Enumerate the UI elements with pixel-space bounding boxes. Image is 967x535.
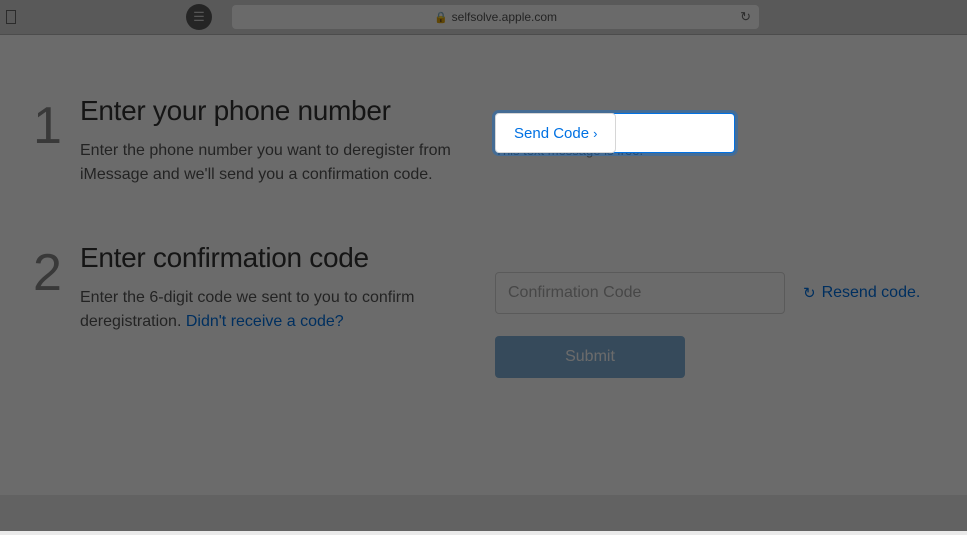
send-code-button[interactable]: Send Code › [495, 113, 616, 153]
reader-button[interactable]: ☰ [186, 4, 212, 30]
resend-label: Resend code. [822, 284, 921, 302]
reader-icon: ☰ [193, 9, 205, 25]
step-number-1: 1 [20, 100, 75, 152]
browser-toolbar: ☰ 🔒 selfsolve.apple.com ↻ [0, 0, 967, 35]
url-text: selfsolve.apple.com [452, 10, 557, 24]
step1-title: Enter your phone number [80, 95, 495, 127]
step-number-2: 2 [20, 247, 75, 299]
confirmation-code-input[interactable] [495, 272, 785, 314]
url-bar[interactable]: 🔒 selfsolve.apple.com ↻ [232, 5, 759, 29]
tab-icon [6, 10, 16, 24]
reload-icon[interactable]: ↻ [740, 9, 751, 25]
step-2: 2 Enter confirmation code Enter the 6-di… [20, 242, 947, 378]
lock-icon: 🔒 [434, 11, 448, 24]
footer [0, 495, 967, 535]
step1-description: Enter the phone number you want to dereg… [80, 139, 495, 187]
send-code-label: Send Code [514, 125, 589, 142]
no-code-link[interactable]: Didn't receive a code? [186, 313, 344, 330]
submit-button[interactable]: Submit [495, 336, 685, 378]
refresh-icon: ↻ [803, 284, 816, 302]
step-1: 1 Enter your phone number Enter the phon… [20, 95, 947, 187]
resend-code-link[interactable]: ↻ Resend code. [803, 284, 920, 302]
step2-description: Enter the 6-digit code we sent to you to… [80, 286, 495, 334]
step2-title: Enter confirmation code [80, 242, 495, 274]
page-content: 1 Enter your phone number Enter the phon… [0, 35, 967, 495]
chevron-right-icon: › [593, 126, 597, 141]
